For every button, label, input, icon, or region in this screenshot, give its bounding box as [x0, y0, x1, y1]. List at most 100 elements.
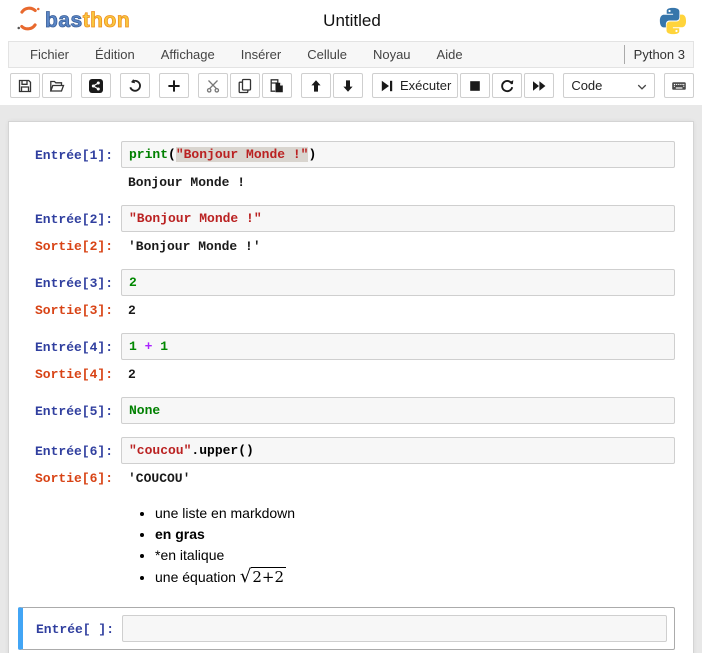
- toolbar-group: [159, 73, 189, 98]
- add-cell-button[interactable]: [159, 73, 189, 98]
- menu-inserer[interactable]: Insérer: [228, 43, 294, 66]
- output-prompt-empty: [17, 168, 121, 175]
- copy-icon: [238, 78, 252, 93]
- run-icon: [381, 80, 393, 91]
- basthon-app: basthon Untitled Fichier Édition Affichage…: [0, 0, 702, 653]
- toolbar-group: Code: [563, 73, 656, 98]
- menu-affichage[interactable]: Affichage: [148, 43, 228, 66]
- notebook: Entrée[1]: print("Bonjour Monde !") Bonjou…: [8, 121, 694, 653]
- markdown-list-item: une liste en markdown: [155, 503, 669, 524]
- code-cell[interactable]: Entrée[5]: None: [17, 397, 675, 424]
- stop-icon: [470, 80, 481, 91]
- code-cell[interactable]: Entrée[6]: "coucou".upper() Sortie[6]: 'COU…: [17, 437, 675, 488]
- cut-icon: [206, 79, 220, 93]
- python-logo-icon: [538, 6, 688, 36]
- run-button[interactable]: Exécuter: [372, 73, 459, 98]
- menu-fichier[interactable]: Fichier: [17, 43, 82, 66]
- markdown-list-item: une équation √2+2: [155, 566, 669, 588]
- menu-items: Fichier Édition Affichage Insérer Cellule Noy…: [17, 43, 476, 66]
- undo-button[interactable]: [120, 73, 150, 98]
- input-prompt: Entrée[ ]:: [35, 622, 114, 637]
- cell-output: 'COUCOU': [128, 471, 191, 486]
- paste-icon: [270, 78, 283, 92]
- code-cell[interactable]: Entrée[3]: 2 Sortie[3]: 2: [17, 269, 675, 320]
- cell-output: 2: [128, 303, 136, 318]
- cell-type-value: Code: [571, 78, 603, 93]
- toolbar-group: Exécuter: [372, 73, 555, 98]
- cell-output: 'Bonjour Monde !': [128, 239, 261, 254]
- open-folder-icon: [49, 80, 65, 92]
- save-icon: [18, 79, 32, 92]
- save-button[interactable]: [10, 73, 40, 98]
- menu-aide[interactable]: Aide: [424, 43, 476, 66]
- code-cell[interactable]: Entrée[4]: 1 + 1 Sortie[4]: 2: [17, 333, 675, 384]
- cell-output: 2: [128, 367, 136, 382]
- run-button-label: Exécuter: [400, 78, 452, 93]
- input-prompt: Entrée[6]:: [34, 444, 113, 459]
- markdown-list-item: *en italique: [155, 545, 669, 566]
- header: basthon Untitled: [0, 0, 702, 41]
- code-input[interactable]: "Bonjour Monde !": [121, 205, 675, 232]
- code-input[interactable]: None: [121, 397, 675, 424]
- input-prompt: Entrée[2]:: [34, 212, 113, 227]
- notebook-title[interactable]: Untitled: [166, 11, 538, 31]
- keyboard-shortcuts-button[interactable]: [664, 73, 695, 98]
- code-cell[interactable]: Entrée[2]: "Bonjour Monde !" Sortie[2]: 'Bo…: [17, 205, 675, 256]
- code-input[interactable]: 1 + 1: [121, 333, 675, 360]
- code-cell[interactable]: Entrée[ ]:: [18, 607, 675, 650]
- share-icon: [89, 78, 103, 93]
- cut-cell-button[interactable]: [198, 73, 228, 98]
- notebook-area: Entrée[1]: print("Bonjour Monde !") Bonjou…: [0, 105, 702, 653]
- markdown-cell[interactable]: une liste en markdownen gras*en italique…: [17, 501, 675, 594]
- toolbar-group: [198, 73, 292, 98]
- paste-cell-button[interactable]: [262, 73, 292, 98]
- input-prompt: Entrée[4]:: [34, 340, 113, 355]
- copy-cell-button[interactable]: [230, 73, 260, 98]
- code-input[interactable]: 2: [121, 269, 675, 296]
- math-expression: √2+2: [239, 566, 286, 587]
- run-all-button[interactable]: [524, 73, 555, 98]
- toolbar-group: [10, 73, 72, 98]
- undo-icon: [129, 78, 141, 92]
- cell-output: Bonjour Monde !: [128, 175, 246, 190]
- restart-kernel-button[interactable]: [492, 73, 523, 98]
- output-prompt: Sortie[3]:: [34, 303, 113, 318]
- output-prompt: Sortie[6]:: [34, 471, 113, 486]
- toolbar: Exécuter Code: [0, 68, 702, 105]
- plus-icon: [168, 79, 180, 92]
- input-prompt: Entrée[1]:: [34, 148, 113, 163]
- code-input[interactable]: "coucou".upper(): [121, 437, 675, 464]
- menu-noyau[interactable]: Noyau: [360, 43, 424, 66]
- restart-icon: [501, 79, 514, 92]
- basthon-wordmark: basthon: [45, 9, 131, 32]
- markdown-list-item: en gras: [155, 524, 669, 545]
- cell-type-select[interactable]: Code: [563, 73, 656, 98]
- stop-button[interactable]: [460, 73, 491, 98]
- code-input[interactable]: print("Bonjour Monde !"): [121, 141, 675, 168]
- arrow-down-icon: [343, 79, 353, 92]
- output-prompt: Sortie[4]:: [34, 367, 113, 382]
- toolbar-group: [664, 73, 695, 98]
- menubar: Fichier Édition Affichage Insérer Cellule Noy…: [8, 41, 694, 68]
- chevron-down-icon: [638, 84, 647, 90]
- code-cell[interactable]: Entrée[1]: print("Bonjour Monde !") Bonjou…: [17, 141, 675, 192]
- menu-edition[interactable]: Édition: [82, 43, 148, 66]
- open-button[interactable]: [42, 73, 72, 98]
- basthon-circle-icon: [16, 6, 41, 36]
- move-cell-down-button[interactable]: [333, 73, 363, 98]
- move-cell-up-button[interactable]: [301, 73, 331, 98]
- share-button[interactable]: [81, 73, 111, 98]
- code-input[interactable]: [122, 615, 667, 642]
- fast-forward-icon: [533, 80, 546, 91]
- toolbar-group: [81, 73, 111, 98]
- kernel-indicator[interactable]: Python 3: [623, 45, 687, 64]
- output-prompt: Sortie[2]:: [34, 239, 113, 254]
- input-prompt: Entrée[3]:: [34, 276, 113, 291]
- toolbar-group: [301, 73, 363, 98]
- menu-cellule[interactable]: Cellule: [294, 43, 360, 66]
- markdown-rendered: une liste en markdownen gras*en italique…: [121, 501, 675, 594]
- keyboard-icon: [672, 81, 687, 90]
- toolbar-group: [120, 73, 150, 98]
- arrow-up-icon: [311, 79, 321, 92]
- basthon-logo[interactable]: basthon: [16, 6, 166, 36]
